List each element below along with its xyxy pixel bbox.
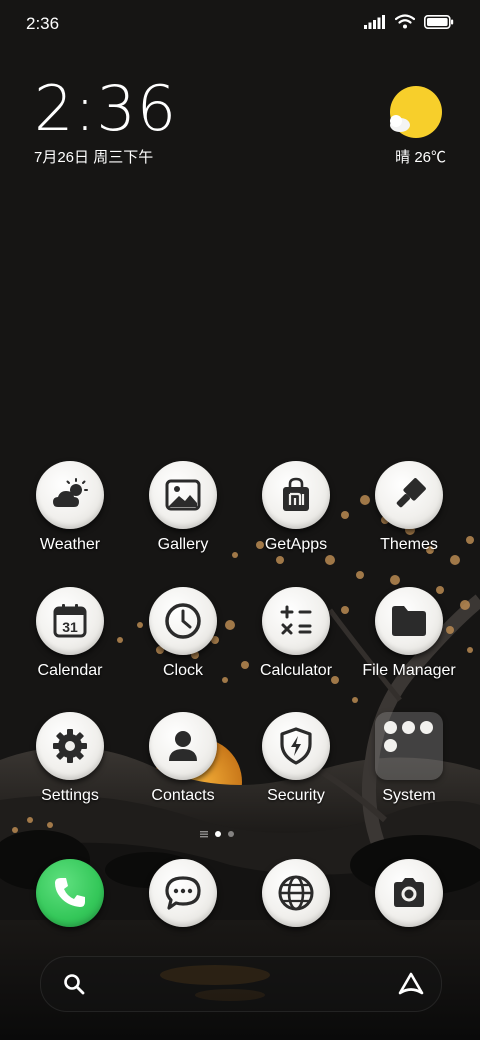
app-file-manager[interactable]: File Manager	[354, 587, 464, 680]
camera-icon	[394, 878, 424, 907]
folder-icon	[392, 606, 426, 636]
weather-temperature: 26℃	[414, 149, 446, 166]
app-label-file-manager: File Manager	[362, 662, 456, 679]
chat-bubble-icon	[165, 876, 201, 910]
shopping-bag-icon	[283, 477, 309, 511]
dock-browser[interactable]	[241, 859, 351, 927]
calendar-icon: 31	[53, 604, 87, 638]
wifi-icon	[395, 14, 415, 29]
app-weather[interactable]: Weather	[15, 461, 125, 554]
paintbrush-icon	[396, 478, 426, 508]
sunny-icon	[390, 86, 442, 138]
dock-messages[interactable]	[128, 859, 238, 927]
folder-grid	[375, 712, 443, 780]
app-label-weather: Weather	[39, 536, 101, 553]
page-dot[interactable]	[228, 831, 234, 837]
widget-time: 2:36	[34, 72, 178, 145]
app-label-contacts: Contacts	[151, 787, 215, 804]
app-label-getapps: GetApps	[264, 536, 328, 553]
calculator-icon	[280, 605, 312, 635]
app-label-calendar: Calendar	[37, 662, 103, 679]
search-bar[interactable]	[40, 956, 442, 1012]
folder-mini-app-icon	[384, 739, 397, 752]
weather-condition: 晴	[395, 149, 411, 166]
app-contacts[interactable]: Contacts	[128, 712, 238, 805]
status-icons	[364, 14, 454, 29]
app-clock[interactable]: Clock	[128, 587, 238, 680]
weather-icon	[53, 478, 88, 507]
app-themes[interactable]: Themes	[354, 461, 464, 554]
app-calculator[interactable]: Calculator	[241, 587, 351, 680]
battery-icon	[424, 14, 454, 29]
status-time: 2:36	[26, 14, 60, 33]
app-getapps[interactable]: GetApps	[241, 461, 351, 554]
gallery-icon	[165, 479, 201, 511]
person-icon	[169, 731, 197, 761]
widget-date: 7月26日 周三下午	[34, 149, 154, 166]
app-label-security: Security	[267, 787, 325, 804]
folder-mini-app-icon	[420, 721, 433, 734]
app-security[interactable]: Security	[241, 712, 351, 805]
folder-mini-app-icon	[402, 721, 415, 734]
weather-summary: 晴 26℃	[395, 146, 446, 167]
globe-icon	[278, 875, 314, 911]
dock-camera[interactable]	[354, 859, 464, 927]
app-calendar[interactable]: 31 Calendar	[15, 587, 125, 680]
app-settings[interactable]: Settings	[15, 712, 125, 805]
folder-system[interactable]: System	[354, 712, 464, 805]
search-icon[interactable]	[63, 973, 85, 995]
gear-icon	[53, 729, 87, 763]
app-gallery[interactable]: Gallery	[128, 461, 238, 554]
folder-mini-app-icon	[384, 721, 397, 734]
app-label-calculator: Calculator	[259, 662, 333, 679]
dock-phone[interactable]	[15, 859, 125, 927]
app-label-system: System	[382, 787, 436, 804]
list-icon	[200, 831, 208, 838]
app-label-clock: Clock	[162, 662, 203, 679]
page-dot-active[interactable]	[215, 831, 221, 837]
app-label-settings: Settings	[41, 787, 99, 804]
status-bar: 2:36	[0, 0, 480, 50]
calendar-day: 31	[62, 619, 78, 635]
app-label-gallery: Gallery	[157, 536, 209, 553]
shield-icon	[280, 727, 312, 765]
clock-icon	[165, 603, 201, 639]
app-label-themes: Themes	[380, 536, 438, 553]
signal-icon	[364, 14, 385, 29]
page-indicator[interactable]	[200, 830, 234, 838]
assistant-icon[interactable]	[397, 971, 425, 997]
weather-widget[interactable]: 晴 26℃	[384, 84, 446, 166]
phone-icon	[55, 878, 85, 907]
clock-widget[interactable]: 2:36 7月26日 周三下午	[34, 78, 177, 167]
